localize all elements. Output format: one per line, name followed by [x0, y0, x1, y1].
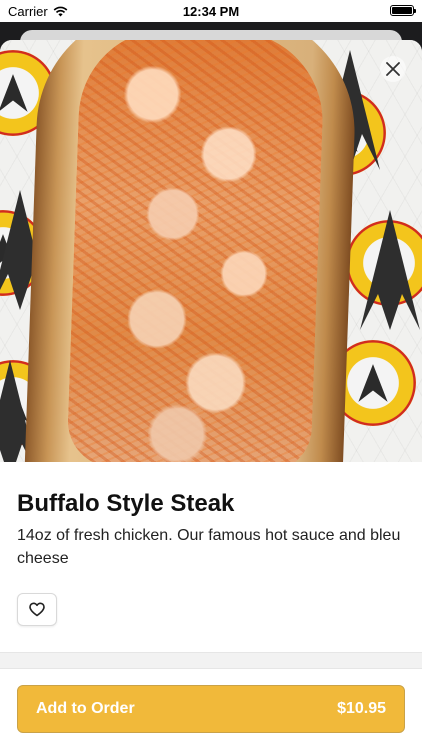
battery-icon [390, 5, 416, 16]
chicken-filling [66, 40, 326, 462]
item-detail-sheet: Buffalo Style Steak 14oz of fresh chicke… [0, 40, 422, 750]
section-divider [0, 652, 422, 669]
item-price: $10.95 [337, 700, 386, 717]
item-photo [0, 40, 422, 462]
status-time: 12:34 PM [182, 4, 240, 19]
status-bar: Carrier 12:34 PM [0, 0, 422, 22]
close-button[interactable] [380, 56, 406, 82]
close-icon [386, 62, 400, 76]
add-to-order-label: Add to Order [36, 700, 135, 717]
favorite-button[interactable] [17, 593, 57, 626]
item-title: Buffalo Style Steak [17, 490, 235, 517]
item-description: 14oz of fresh chicken. Our famous hot sa… [17, 527, 401, 567]
heart-icon [29, 602, 45, 617]
add-to-order-button[interactable]: Add to Order $10.95 [17, 685, 405, 733]
